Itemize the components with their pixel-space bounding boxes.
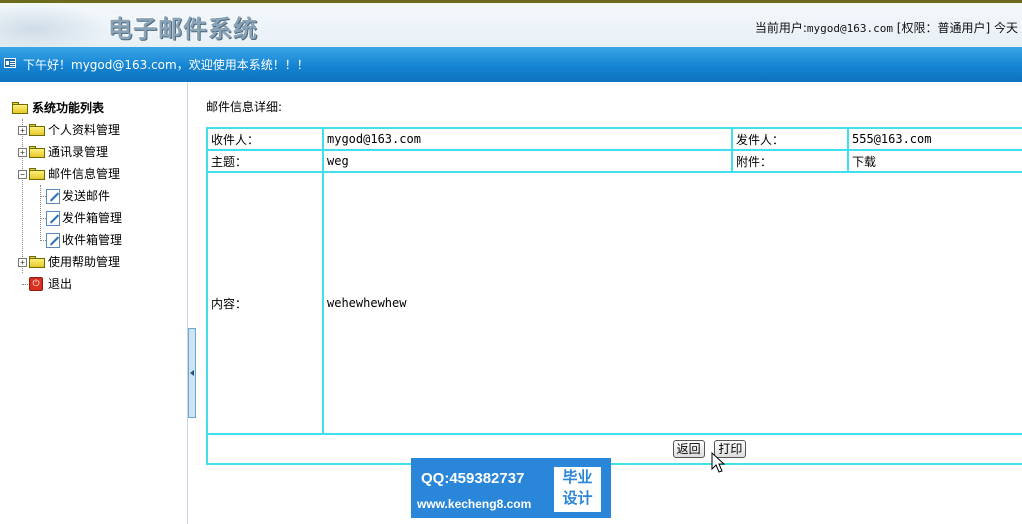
sidebar-item-label: 通讯录管理 — [48, 145, 109, 159]
tree-root[interactable]: 系统功能列表 — [12, 97, 122, 119]
folder-icon — [29, 168, 46, 180]
button-row: 返回 打印 — [206, 433, 1022, 465]
sender-label: 发件人： — [731, 127, 849, 151]
watermark-banner: QQ:459382737 www.kecheng8.com 毕业 设计 — [411, 458, 611, 518]
sidebar-item-label: 个人资料管理 — [48, 123, 121, 137]
mail-detail-table: 收件人： mygod@163.com 发件人： 555@163.com 主题： … — [206, 127, 1022, 465]
watermark-qq: QQ:459382737 — [421, 470, 525, 487]
welcome-icon — [4, 58, 16, 68]
tree-root-label: 系统功能列表 — [32, 101, 105, 115]
sidebar-collapse-handle[interactable] — [188, 328, 196, 418]
sidebar-item-send-mail[interactable]: 发送邮件 — [12, 185, 122, 207]
attachment-label: 附件： — [731, 149, 849, 173]
today-label: 今天 — [993, 21, 1018, 35]
folder-icon — [29, 146, 46, 158]
current-user-email: mygod@163.com — [806, 22, 893, 35]
sidebar-item-label: 收件箱管理 — [62, 233, 123, 247]
cursor-icon — [711, 452, 725, 473]
expand-icon[interactable]: + — [18, 126, 27, 135]
sidebar: 系统功能列表 + 个人资料管理 + 通讯录管理 − 邮件信息管理 发送邮件 发件… — [0, 82, 188, 524]
expand-icon[interactable]: + — [18, 258, 27, 267]
collapse-icon[interactable]: − — [18, 170, 27, 179]
greeting-text: 下午好！mygod@163.com，欢迎使用本系统！！！ — [23, 58, 309, 72]
sidebar-item-exit[interactable]: ⏻ 退出 — [12, 273, 122, 295]
page-icon — [46, 189, 60, 204]
current-user-label: 当前用户: — [754, 21, 807, 35]
sidebar-item-mail[interactable]: − 邮件信息管理 — [12, 163, 122, 185]
sidebar-item-inbox[interactable]: 收件箱管理 — [12, 229, 122, 251]
sidebar-item-label: 退出 — [48, 277, 73, 291]
back-button[interactable]: 返回 — [672, 440, 705, 458]
subject-label: 主题： — [206, 149, 324, 173]
folder-icon — [29, 124, 46, 136]
top-header: 电子邮件系统 当前用户:mygod@163.com [权限：普通用户] 今天 — [0, 0, 1022, 47]
watermark-url: www.kecheng8.com — [417, 497, 532, 511]
body-value: wehewhewhew — [322, 171, 1022, 435]
sidebar-item-label: 邮件信息管理 — [48, 167, 121, 181]
sidebar-item-profile[interactable]: + 个人资料管理 — [12, 119, 122, 141]
body-label: 内容： — [206, 171, 324, 435]
watermark-badge-line1: 毕业 — [562, 468, 593, 486]
sidebar-item-label: 发送邮件 — [62, 189, 111, 203]
subject-value: weg — [322, 149, 733, 173]
app-title: 电子邮件系统 — [108, 15, 258, 43]
page-icon — [46, 233, 60, 248]
header-decoration — [0, 3, 110, 47]
current-user-info: 当前用户:mygod@163.com [权限：普通用户] 今天 — [755, 19, 1018, 36]
watermark-badge-line2: 设计 — [562, 489, 593, 507]
welcome-bar: 下午好！mygod@163.com，欢迎使用本系统！！！ — [0, 47, 1022, 82]
user-role: [权限：普通用户] — [896, 21, 991, 35]
sidebar-item-label: 发件箱管理 — [62, 211, 123, 225]
folder-icon — [12, 102, 29, 114]
sender-value: 555@163.com — [847, 127, 1022, 151]
watermark-badge: 毕业 设计 — [554, 467, 601, 512]
recipient-value: mygod@163.com — [322, 127, 733, 151]
expand-icon[interactable]: + — [18, 148, 27, 157]
folder-icon — [29, 256, 46, 268]
sidebar-item-help[interactable]: + 使用帮助管理 — [12, 251, 122, 273]
function-tree: 系统功能列表 + 个人资料管理 + 通讯录管理 − 邮件信息管理 发送邮件 发件… — [12, 97, 122, 295]
page-icon — [46, 211, 60, 226]
attachment-download-link[interactable]: 下载 — [847, 149, 1022, 173]
section-title: 邮件信息详细: — [206, 100, 283, 114]
recipient-label: 收件人： — [206, 127, 324, 151]
sidebar-item-outbox[interactable]: 发件箱管理 — [12, 207, 122, 229]
sidebar-item-contacts[interactable]: + 通讯录管理 — [12, 141, 122, 163]
sidebar-item-label: 使用帮助管理 — [48, 255, 121, 269]
exit-icon: ⏻ — [29, 277, 43, 291]
